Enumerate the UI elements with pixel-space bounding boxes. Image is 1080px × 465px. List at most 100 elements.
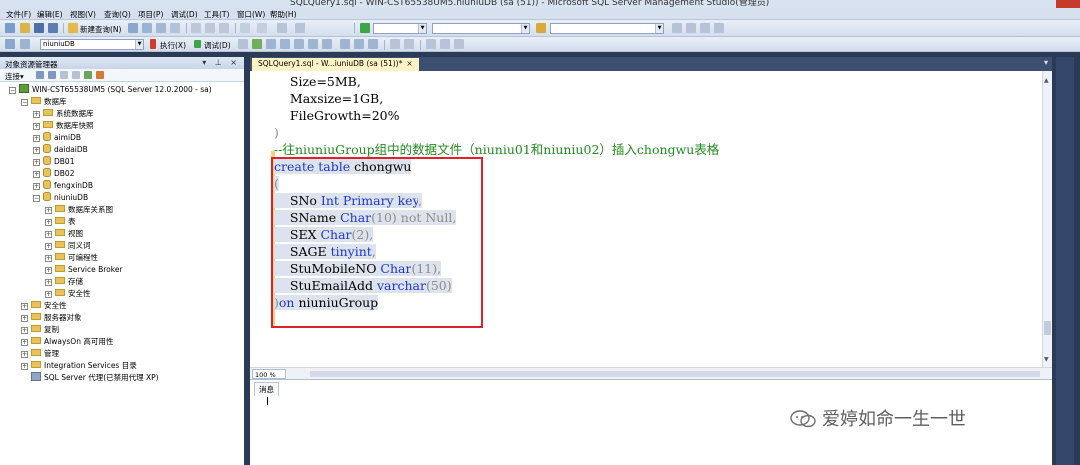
connect-dropdown[interactable]: 连接▾ [5, 71, 24, 82]
menu-window[interactable]: 窗口(W) [237, 9, 265, 20]
copy-icon[interactable] [205, 23, 215, 33]
start-debugging-icon[interactable] [360, 23, 370, 33]
results-to-grid-icon[interactable] [354, 39, 364, 49]
menu-query[interactable]: 查询(Q) [104, 9, 131, 20]
editor-horizontal-scrollbar[interactable]: 100 % [250, 367, 1052, 379]
tree-node-alwayson[interactable]: + AlwaysOn 高可用性 [21, 336, 113, 348]
refresh-icon[interactable] [84, 71, 92, 79]
tree-node-security[interactable]: + 安全性 [21, 300, 67, 312]
save-icon[interactable] [34, 23, 44, 33]
tree-node-niuniudb[interactable]: − niuniuDB [33, 192, 88, 204]
client-stats-icon[interactable] [322, 39, 332, 49]
solution-platform-combo[interactable]: ▼ [432, 23, 530, 34]
filter-icon[interactable] [72, 71, 80, 79]
results-to-text-icon[interactable] [340, 39, 350, 49]
menu-tools[interactable]: 工具(T) [204, 9, 229, 20]
disconnect-icon[interactable] [48, 71, 56, 79]
paste-icon[interactable] [219, 23, 229, 33]
tree-node-replication[interactable]: + 复制 [21, 324, 59, 336]
query-options-icon[interactable] [280, 39, 290, 49]
panel-pin-close-icon[interactable]: ▾ ⊥ × [202, 58, 240, 67]
properties-icon[interactable] [686, 23, 696, 33]
specify-template-values-icon[interactable] [454, 39, 464, 49]
menu-help[interactable]: 帮助(H) [270, 9, 297, 20]
activity-monitor-icon[interactable] [96, 71, 104, 79]
tree-node-db-security[interactable]: + 安全性 [45, 288, 91, 300]
tree-node-system-databases[interactable]: + 系统数据库 [33, 108, 94, 120]
new-query-icon[interactable] [68, 23, 78, 33]
tree-node-aimidb[interactable]: + aimiDB [33, 132, 81, 144]
analysis-query-icon[interactable] [142, 23, 152, 33]
intellisense-icon[interactable] [294, 39, 304, 49]
parse-icon[interactable] [252, 39, 262, 49]
comment-out-icon[interactable] [390, 39, 400, 49]
cut-icon[interactable] [191, 23, 201, 33]
change-connection-icon[interactable] [20, 39, 30, 49]
find-combo[interactable]: ▼ [550, 23, 664, 34]
tree-node-server[interactable]: − WIN-CST65538UM5 (SQL Server 12.0.2000 -… [9, 84, 212, 96]
include-plan-icon[interactable] [308, 39, 318, 49]
tree-node-fengxindb[interactable]: + fengxinDB [33, 180, 93, 192]
scrollbar-thumb[interactable] [1044, 321, 1051, 335]
connect-icon[interactable] [5, 39, 15, 49]
xmla-query-icon[interactable] [170, 23, 180, 33]
redo-icon[interactable] [257, 23, 267, 33]
tree-node-management[interactable]: + 管理 [21, 348, 59, 360]
new-query-button[interactable]: 新建查询(N) [80, 24, 121, 35]
menu-edit[interactable]: 编辑(E) [37, 9, 63, 20]
increase-indent-icon[interactable] [440, 39, 450, 49]
find-in-files-icon[interactable] [536, 23, 546, 33]
results-to-file-icon[interactable] [368, 39, 378, 49]
tree-node-service-broker[interactable]: + Service Broker [45, 264, 123, 276]
database-engine-query-icon[interactable] [128, 23, 138, 33]
tree-node-integration-services[interactable]: + Integration Services 目录 [21, 360, 137, 372]
solution-config-combo[interactable]: ▼ [373, 23, 427, 34]
debug-button[interactable]: 调试(D) [204, 40, 231, 51]
editor-vertical-scrollbar[interactable]: ▲ ▼ [1042, 71, 1052, 367]
cancel-query-icon[interactable] [238, 39, 248, 49]
scroll-up-icon[interactable]: ▲ [1044, 77, 1049, 84]
execute-button[interactable]: 执行(X) [160, 40, 186, 51]
tab-list-icon[interactable]: ▾ [1044, 58, 1048, 67]
estimated-plan-icon[interactable] [266, 39, 276, 49]
tree-node-db02[interactable]: + DB02 [33, 168, 74, 180]
tree-node-storage[interactable]: + 存储 [45, 276, 83, 288]
tree-node-programmability[interactable]: + 可编程性 [45, 252, 98, 264]
tree-node-tables[interactable]: + 表 [45, 216, 76, 228]
close-tab-icon[interactable]: × [406, 59, 412, 68]
undo-icon[interactable] [240, 23, 250, 33]
tree-node-synonyms[interactable]: + 同义词 [45, 240, 91, 252]
menu-file[interactable]: 文件(F) [6, 9, 31, 20]
menu-debug[interactable]: 调试(D) [171, 9, 198, 20]
stop-icon[interactable] [60, 71, 68, 79]
tab-sqlquery1[interactable]: SQLQuery1.sql - W...iuniuDB (sa (51))* × [252, 58, 419, 71]
new-project-icon[interactable] [5, 23, 15, 33]
tree-node-server-objects[interactable]: + 服务器对象 [21, 312, 82, 324]
open-file-icon[interactable] [20, 23, 30, 33]
tree-node-db01[interactable]: + DB01 [33, 156, 74, 168]
available-databases-combo[interactable]: niuniuDB ▼ [40, 39, 144, 50]
horizontal-scrollbar-thumb[interactable] [310, 371, 1040, 377]
object-explorer-icon[interactable] [700, 23, 710, 33]
uncomment-icon[interactable] [404, 39, 414, 49]
tree-node-views[interactable]: + 视图 [45, 228, 83, 240]
menu-project[interactable]: 项目(P) [138, 9, 163, 20]
tree-node-sql-agent[interactable]: SQL Server 代理(已禁用代理 XP) [31, 372, 159, 384]
mdx-query-icon[interactable] [156, 23, 166, 33]
save-all-icon[interactable] [48, 23, 58, 33]
scroll-down-icon[interactable]: ▼ [1044, 356, 1049, 363]
navigate-back-icon[interactable] [277, 23, 287, 33]
toolbox-icon[interactable] [714, 23, 724, 33]
connect-engine-icon[interactable] [36, 71, 44, 79]
zoom-level-combo[interactable]: 100 % [252, 369, 286, 379]
tree-node-databases[interactable]: − 数据库 [21, 96, 67, 108]
tab-messages[interactable]: 消息 [254, 382, 279, 396]
navigate-forward-icon[interactable] [295, 23, 305, 33]
solution-explorer-icon[interactable] [672, 23, 682, 33]
tree-node-database-diagrams[interactable]: + 数据库关系图 [45, 204, 113, 216]
tree-node-daidaidb[interactable]: + daidaiDB [33, 144, 88, 156]
close-window-button[interactable] [1056, 0, 1080, 8]
decrease-indent-icon[interactable] [426, 39, 436, 49]
tree-node-database-snapshots[interactable]: + 数据库快照 [33, 120, 94, 132]
menu-view[interactable]: 视图(V) [70, 9, 96, 20]
